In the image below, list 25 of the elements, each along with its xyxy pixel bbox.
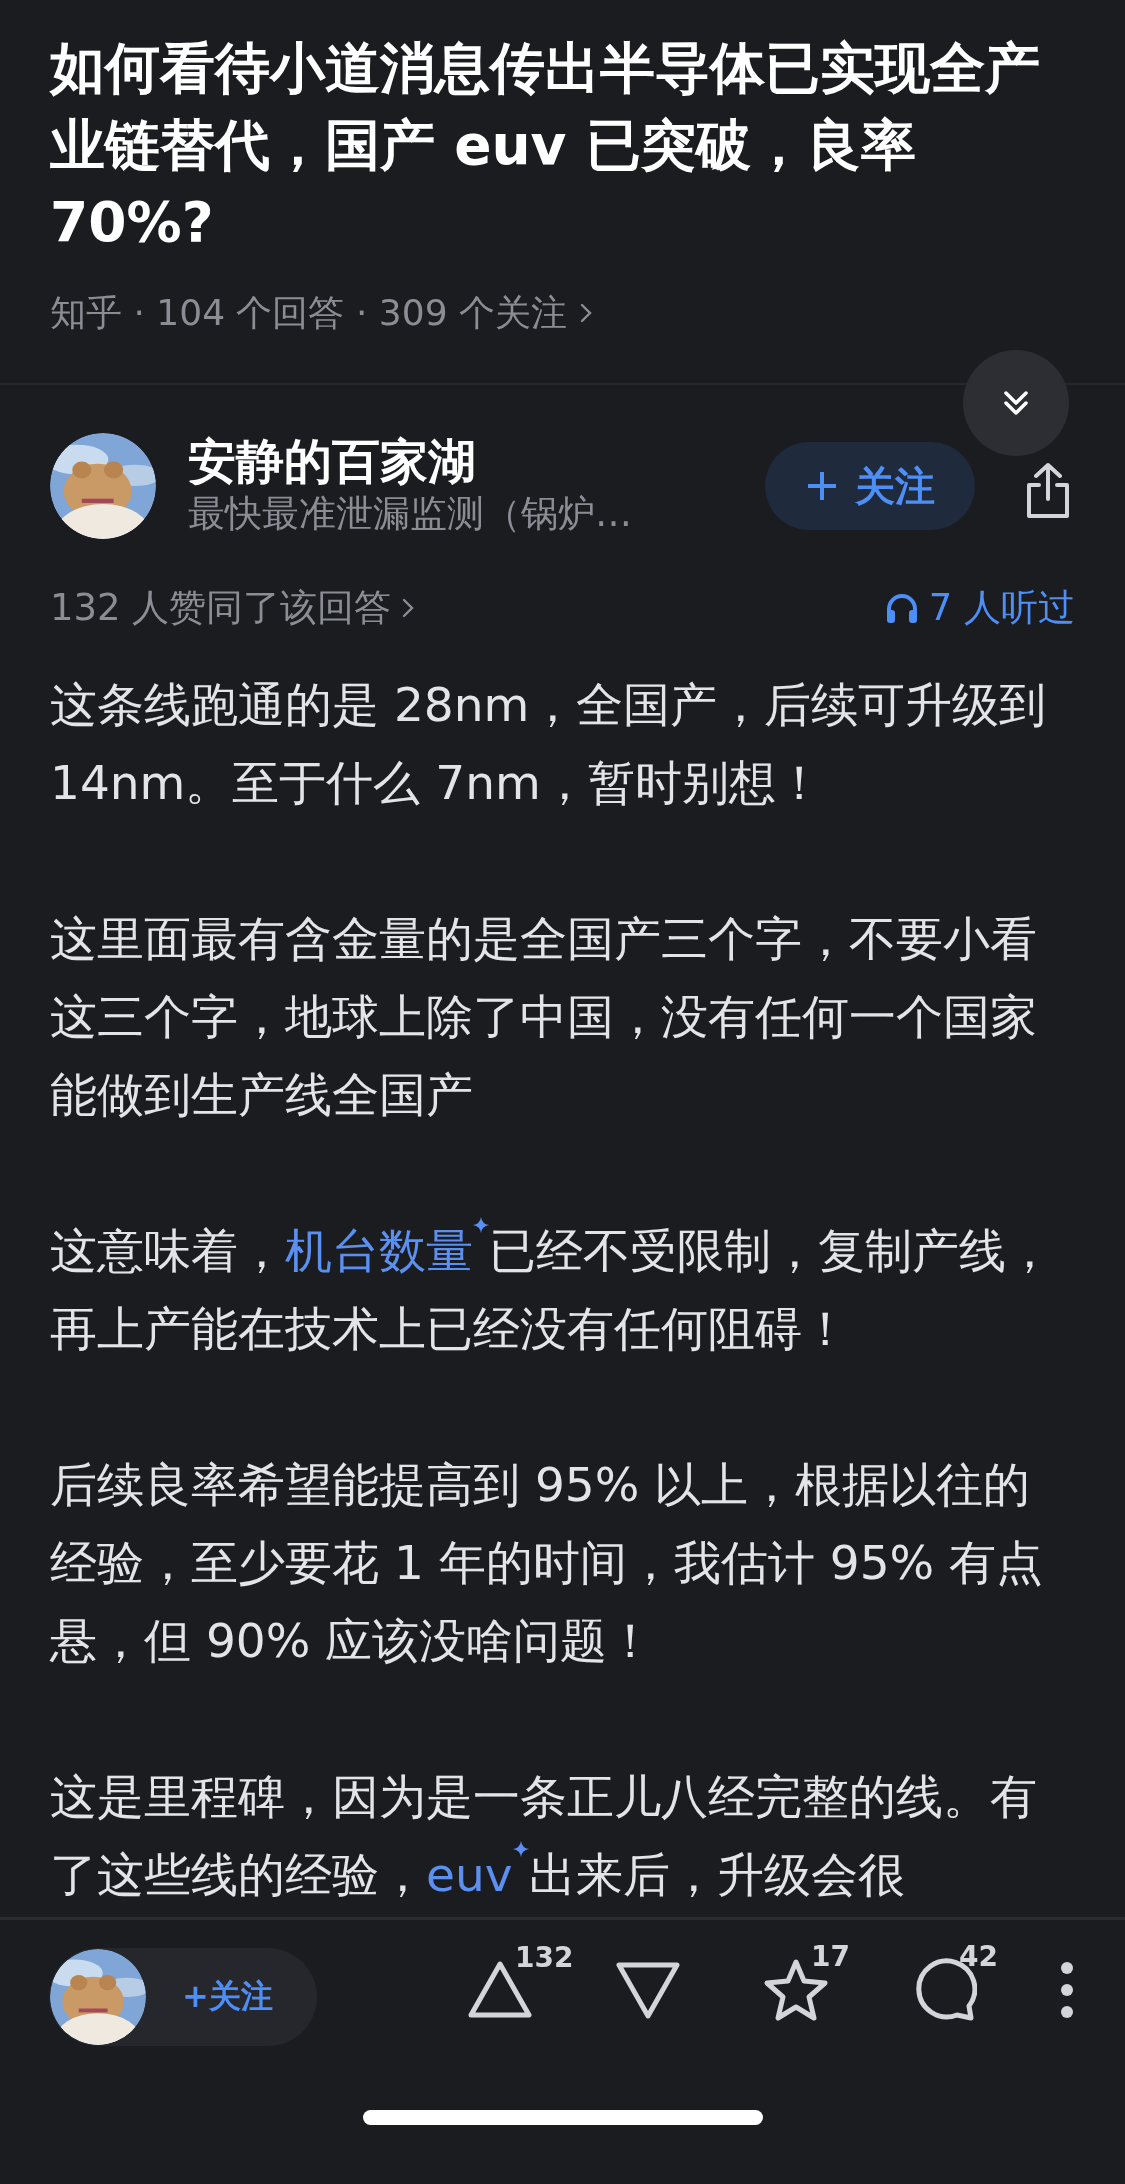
plus-icon [805,469,839,503]
author-name[interactable]: 安静的百家湖 [188,433,749,489]
follow-button[interactable]: 关注 [765,442,975,530]
keyword-link[interactable]: 机台数量 [285,1221,473,1281]
headphones-icon [884,591,919,624]
question-title: 如何看待小道消息传出半导体已实现全产业链替代，国产 euv 已突破，良率 70%? [50,35,1041,256]
listen-count[interactable]: 7 人听过 [928,585,1075,630]
author-follow-pill[interactable]: +关注 [49,1948,317,2046]
chevron-right-icon [579,301,593,325]
question-meta[interactable]: 知乎 · 104 个回答 · 309 个关注 [50,288,567,338]
keyword-link[interactable]: euv [426,1845,513,1905]
answer-paragraph: 这是里程碑，因为是一条正儿八经完整的线。有了这些线的经验，euv 出来后，升级会很 [50,1758,1075,1914]
sparkle-icon [473,1217,489,1233]
answer-paragraph: 后续良率希望能提高到 95% 以上，根据以往的经验，至少要花 1 年的时间，我估计 95% 有点悬，但 90% 应该没啥问题！ [50,1456,1045,1670]
more-icon[interactable] [1059,1960,1075,2020]
author-bio: 最快最准泄漏监测（锅炉… [188,491,633,537]
answer-paragraph: 这里面最有含金量的是全国产三个字，不要小看这三个字，地球上除了中国，没有任何一个国家能做到生产线全国产 [50,910,1038,1124]
action-count: 42 [959,1940,998,1973]
sparkle-icon [512,1841,529,1857]
action-count: 17 [811,1940,850,1973]
follow-button[interactable]: +关注 [182,1975,273,2019]
answer-paragraph: 这意味着，机台数量 已经不受限制，复制产线，再上产能在技术上已经没有任何阻碍！ [50,1212,1075,1368]
answer-paragraph: 这条线跑通的是 28nm，全国产，后续可升级到 14nm。至于什么 7nm，暂时别想！ [50,676,1048,812]
action-count: 132 [515,1941,574,1974]
upvote-summary[interactable]: 132 人赞同了该回答 [50,585,392,630]
